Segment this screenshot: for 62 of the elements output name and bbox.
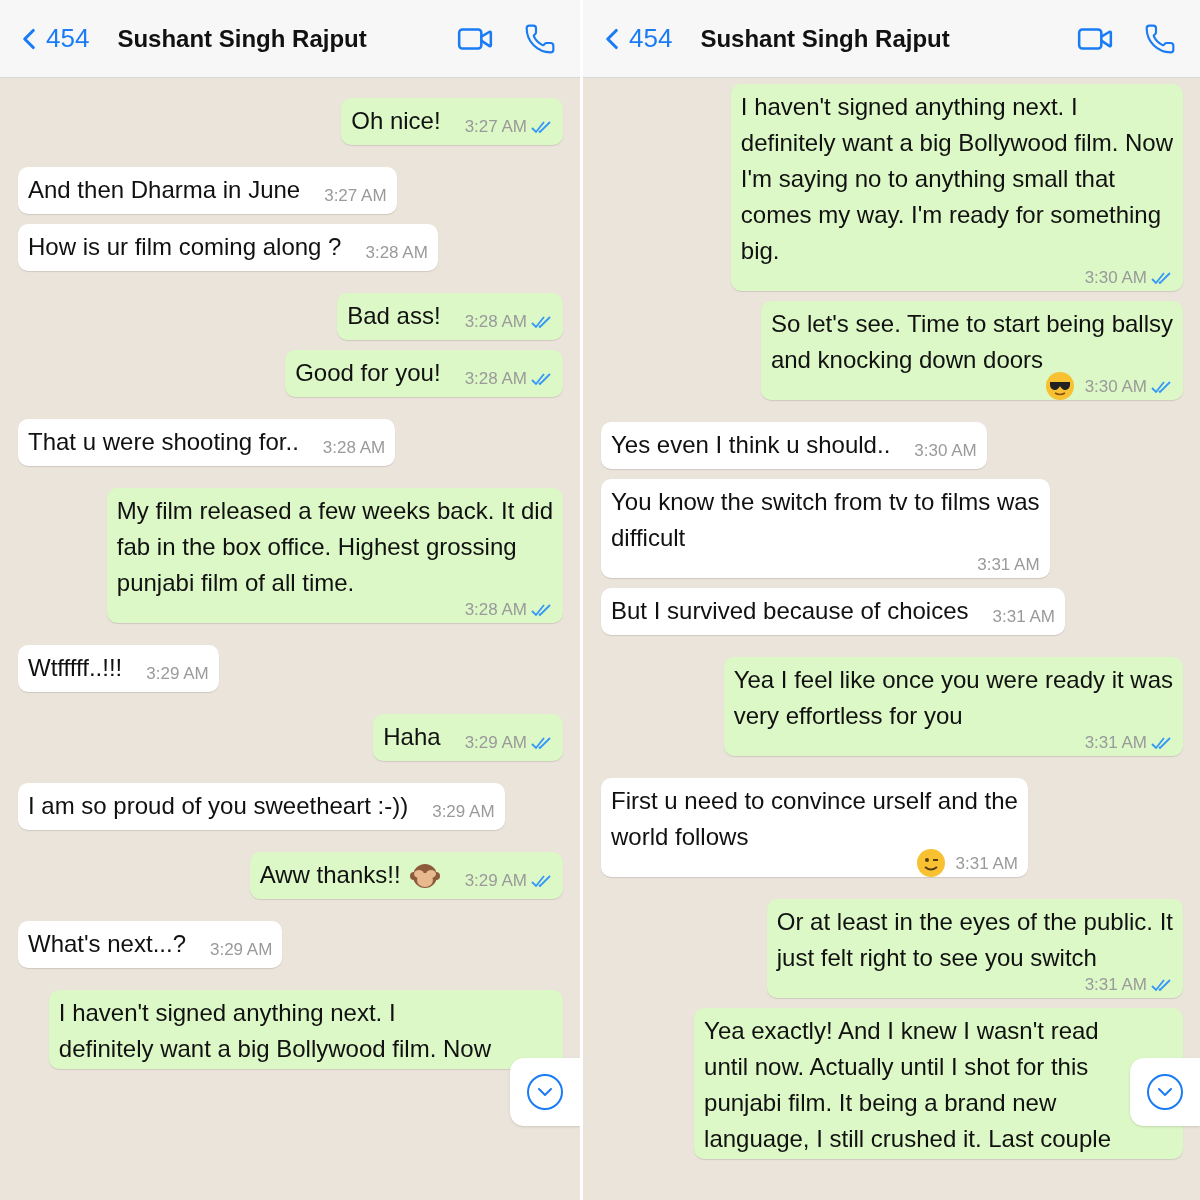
message-text: First u need to convince urself and the world follows bbox=[611, 786, 1018, 852]
read-ticks-icon bbox=[1151, 380, 1173, 394]
read-ticks-icon bbox=[1151, 978, 1173, 992]
message-text: And then Dharma in June bbox=[28, 175, 301, 205]
message-time: 3:28 AM bbox=[464, 312, 527, 332]
read-ticks-icon bbox=[1151, 271, 1173, 285]
sunglasses-face-icon bbox=[1044, 371, 1075, 401]
message-time: 3:30 AM bbox=[1084, 268, 1147, 288]
read-ticks-icon bbox=[1151, 736, 1173, 750]
contact-name: Sushant Singh Rajput bbox=[117, 23, 367, 54]
message-text: So let's see. Time to start being ballsy and knocking down doors bbox=[770, 309, 1173, 375]
message-text: Bad ass! bbox=[347, 301, 441, 331]
read-ticks-icon bbox=[531, 372, 553, 386]
message-time: 3:28 AM bbox=[322, 438, 386, 458]
read-ticks-icon bbox=[531, 874, 553, 888]
phone-call-button[interactable] bbox=[1144, 22, 1176, 55]
message-time: 3:30 AM bbox=[1084, 377, 1147, 397]
message-text: I haven't signed anything next. I definitely want a big Bollywood film. Now I'm saying no to anything small that comes my way. I'm ready for something big. bbox=[740, 92, 1173, 266]
message-text: How is ur film coming along ? bbox=[28, 232, 342, 262]
message-time: 3:31 AM bbox=[992, 607, 1055, 627]
message-text: Aww thanks!! bbox=[259, 860, 401, 890]
phone-call-button[interactable] bbox=[524, 22, 556, 55]
message-text: Or at least in the eyes of the public. It just felt right to see you switch bbox=[776, 907, 1173, 973]
scroll-down-button[interactable] bbox=[510, 1058, 580, 1126]
message-text: I am so proud of you sweetheart :-)) bbox=[28, 791, 409, 821]
message-time: 3:27 AM bbox=[324, 186, 387, 206]
message-text: I haven't signed anything next. I definitely want a big Bollywood film. Now bbox=[58, 998, 491, 1064]
read-ticks-icon bbox=[531, 315, 553, 329]
message-text: You know the switch from tv to films was difficult bbox=[611, 487, 1040, 553]
message-text: My film released a few weeks back. It did fab in the box office. Highest grossing punjabi film of all time. bbox=[116, 496, 553, 598]
message-time: 3:29 AM bbox=[146, 664, 209, 684]
message-time: 3:27 AM bbox=[464, 117, 527, 137]
message-text: Yea exactly! And I knew I wasn't read until now. Actually until I shot for this punjabi film. It being a brand new language, I still crushed it. Last couple bbox=[704, 1016, 1111, 1154]
message-time: 3:30 AM bbox=[914, 441, 977, 461]
contact-name: Sushant Singh Rajput bbox=[700, 23, 950, 54]
message-text: Oh nice! bbox=[351, 106, 441, 136]
message-text: Good for you! bbox=[295, 358, 441, 388]
message-text: Wtfffff..!!! bbox=[28, 653, 123, 683]
message-time: 3:28 AM bbox=[464, 600, 527, 620]
message-time: 3:31 AM bbox=[977, 555, 1040, 575]
message-time: 3:31 AM bbox=[1084, 733, 1147, 753]
scroll-down-button[interactable] bbox=[1130, 1058, 1200, 1126]
message-text: Yes even I think u should.. bbox=[611, 430, 891, 460]
read-ticks-icon bbox=[531, 603, 553, 617]
message-time: 3:28 AM bbox=[464, 369, 527, 389]
message-time: 3:31 AM bbox=[1084, 975, 1147, 995]
message-text: But I survived because of choices bbox=[611, 596, 969, 626]
read-ticks-icon bbox=[531, 736, 553, 750]
message-text: Haha bbox=[383, 722, 441, 752]
message-time: 3:29 AM bbox=[464, 871, 527, 891]
winking-face-icon bbox=[915, 848, 946, 878]
message-time: 3:31 AM bbox=[955, 854, 1018, 874]
message-time: 3:29 AM bbox=[210, 940, 273, 960]
message-text: What's next...? bbox=[28, 929, 186, 959]
message-time: 3:28 AM bbox=[365, 243, 428, 263]
back-button[interactable]: 454 bbox=[595, 19, 673, 58]
message-text: That u were shooting for.. bbox=[28, 427, 299, 457]
read-ticks-icon bbox=[531, 120, 553, 134]
message-text: Yea I feel like once you were ready it was very effortless for you bbox=[733, 665, 1173, 731]
message-time: 3:29 AM bbox=[464, 733, 527, 753]
back-button[interactable]: 454 bbox=[12, 19, 90, 58]
message-time: 3:29 AM bbox=[432, 802, 495, 822]
